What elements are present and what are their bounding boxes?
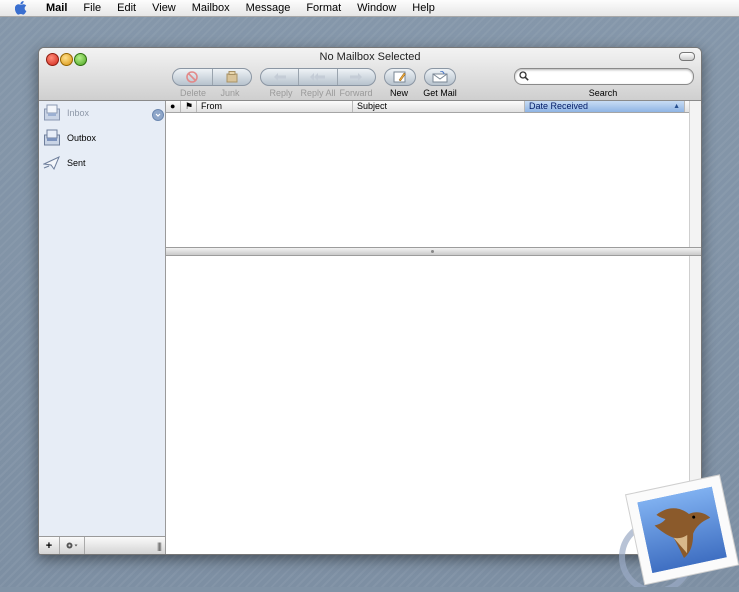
sidebar-actions-bar: + ||| (39, 536, 165, 554)
splitter-grip-icon (431, 250, 434, 253)
menu-view[interactable]: View (144, 0, 184, 16)
sent-icon (43, 156, 60, 170)
column-subject[interactable]: Subject (353, 101, 525, 112)
search-icon (519, 71, 529, 81)
menu-edit[interactable]: Edit (109, 0, 144, 16)
outbox-icon (44, 129, 60, 146)
get-mail-button[interactable] (425, 69, 455, 85)
reply-all-button[interactable] (298, 69, 336, 85)
reply-button[interactable] (261, 69, 298, 85)
sidebar-item-label: Inbox (67, 108, 90, 118)
compose-icon (393, 71, 406, 83)
column-read-status[interactable]: ● (166, 101, 181, 112)
add-mailbox-button[interactable]: + (39, 537, 60, 554)
reply-all-icon (309, 73, 325, 81)
new-label: New (389, 88, 408, 98)
preview-splitter[interactable] (166, 247, 701, 256)
forward-icon (350, 73, 363, 81)
gear-icon (66, 542, 78, 549)
get-mail-group (424, 68, 456, 86)
junk-button[interactable] (211, 69, 252, 85)
menu-mailbox[interactable]: Mailbox (184, 0, 238, 16)
reply-group (260, 68, 376, 86)
sidebar-item-label: Outbox (67, 133, 97, 143)
delete-junk-group (172, 68, 252, 86)
menu-help[interactable]: Help (404, 0, 443, 16)
menu-window[interactable]: Window (349, 0, 404, 16)
sidebar-resize-handle[interactable]: ||| (157, 541, 162, 551)
mail-window: No Mailbox Selected Delete Junk Reply Re… (38, 47, 702, 555)
junk-label: Junk (220, 88, 240, 98)
get-mail-icon (432, 71, 448, 83)
toolbar-toggle-button[interactable] (679, 52, 695, 61)
toolbar: No Mailbox Selected Delete Junk Reply Re… (39, 48, 701, 101)
action-menu-button[interactable] (60, 537, 85, 554)
reply-all-label: Reply All (300, 88, 336, 98)
reply-icon (273, 73, 286, 81)
forward-button[interactable] (336, 69, 375, 85)
window-title: No Mailbox Selected (319, 51, 421, 63)
apple-menu-icon[interactable] (14, 1, 28, 15)
column-from[interactable]: From (197, 101, 353, 112)
message-list-header: ● ⚑ From Subject Date Received ▲ (166, 101, 689, 113)
delete-icon (186, 71, 199, 83)
delete-button[interactable] (173, 69, 212, 85)
new-message-button[interactable] (385, 69, 415, 85)
column-flag[interactable]: ⚑ (181, 101, 197, 112)
sidebar-item-inbox[interactable]: Inbox (43, 102, 89, 124)
menu-bar: Mail File Edit View Mailbox Message Form… (0, 0, 739, 17)
search-field[interactable] (514, 68, 694, 85)
get-mail-label: Get Mail (423, 88, 457, 98)
sidebar-item-label: Sent (67, 158, 86, 168)
menu-format[interactable]: Format (298, 0, 349, 16)
message-list: ● ⚑ From Subject Date Received ▲ (166, 101, 701, 247)
column-date-received[interactable]: Date Received ▲ (525, 101, 685, 112)
menu-file[interactable]: File (75, 0, 109, 16)
search-input[interactable] (533, 70, 683, 82)
menu-message[interactable]: Message (238, 0, 299, 16)
reply-label: Reply (269, 88, 293, 98)
dock-mail-icon[interactable] (616, 469, 739, 592)
inbox-icon (44, 104, 60, 121)
sidebar-item-outbox[interactable]: Outbox (43, 127, 96, 149)
mailbox-sidebar: Inbox Outbox Sent + ||| (39, 101, 166, 554)
column-label: Date Received (529, 101, 589, 111)
menu-app-mail[interactable]: Mail (38, 0, 75, 16)
delete-label: Delete (179, 88, 206, 98)
sort-ascending-icon: ▲ (673, 103, 680, 110)
inbox-activity-icon (152, 109, 164, 121)
message-list-scrollbar[interactable] (689, 101, 701, 247)
search-label: Search (588, 88, 618, 98)
sidebar-item-sent[interactable]: Sent (43, 152, 86, 174)
forward-label: Forward (339, 88, 373, 98)
junk-icon (226, 71, 238, 83)
new-group (384, 68, 416, 86)
